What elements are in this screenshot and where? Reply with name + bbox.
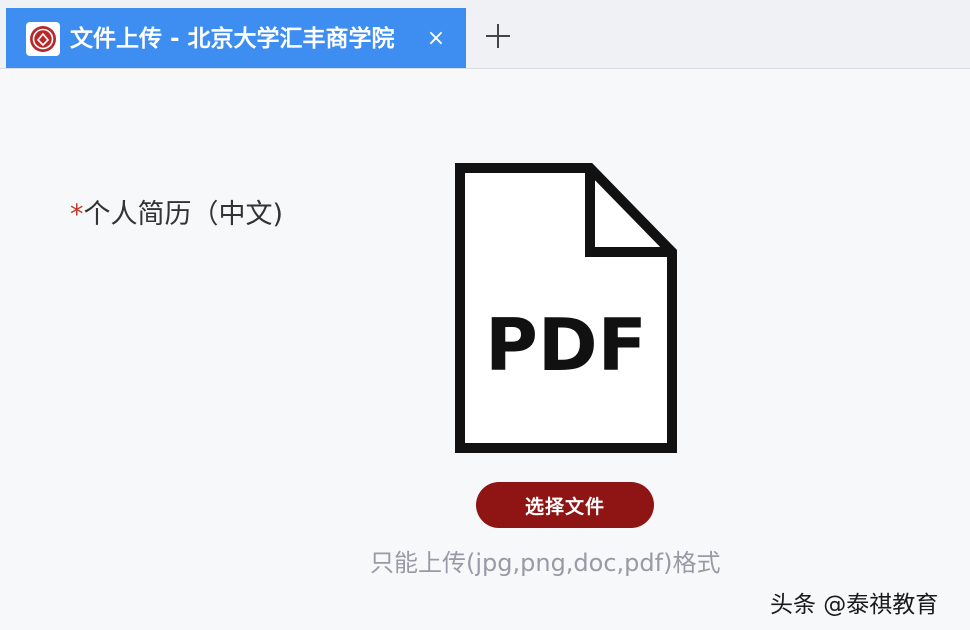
pdf-file-icon: PDF xyxy=(452,160,680,456)
browser-tab-bar: 文件上传 - 北京大学汇丰商学院 × xyxy=(0,0,970,69)
resume-field-label: *个人简历（中文) xyxy=(70,192,283,231)
resume-label-text: 个人简历（中文) xyxy=(83,199,284,230)
browser-tab-active[interactable]: 文件上传 - 北京大学汇丰商学院 × xyxy=(6,8,466,68)
required-mark: * xyxy=(70,199,84,230)
tab-close-icon[interactable]: × xyxy=(421,24,451,54)
university-seal-icon xyxy=(26,22,60,56)
plus-icon[interactable] xyxy=(480,18,516,54)
upload-format-hint: 只能上传(jpg,png,doc,pdf)格式 xyxy=(370,549,721,577)
choose-file-button[interactable]: 选择文件 xyxy=(476,482,654,528)
tab-title: 文件上传 - 北京大学汇丰商学院 xyxy=(70,26,395,52)
watermark-text: 头条 @泰祺教育 xyxy=(770,592,939,618)
pdf-icon-text: PDF xyxy=(485,303,647,387)
